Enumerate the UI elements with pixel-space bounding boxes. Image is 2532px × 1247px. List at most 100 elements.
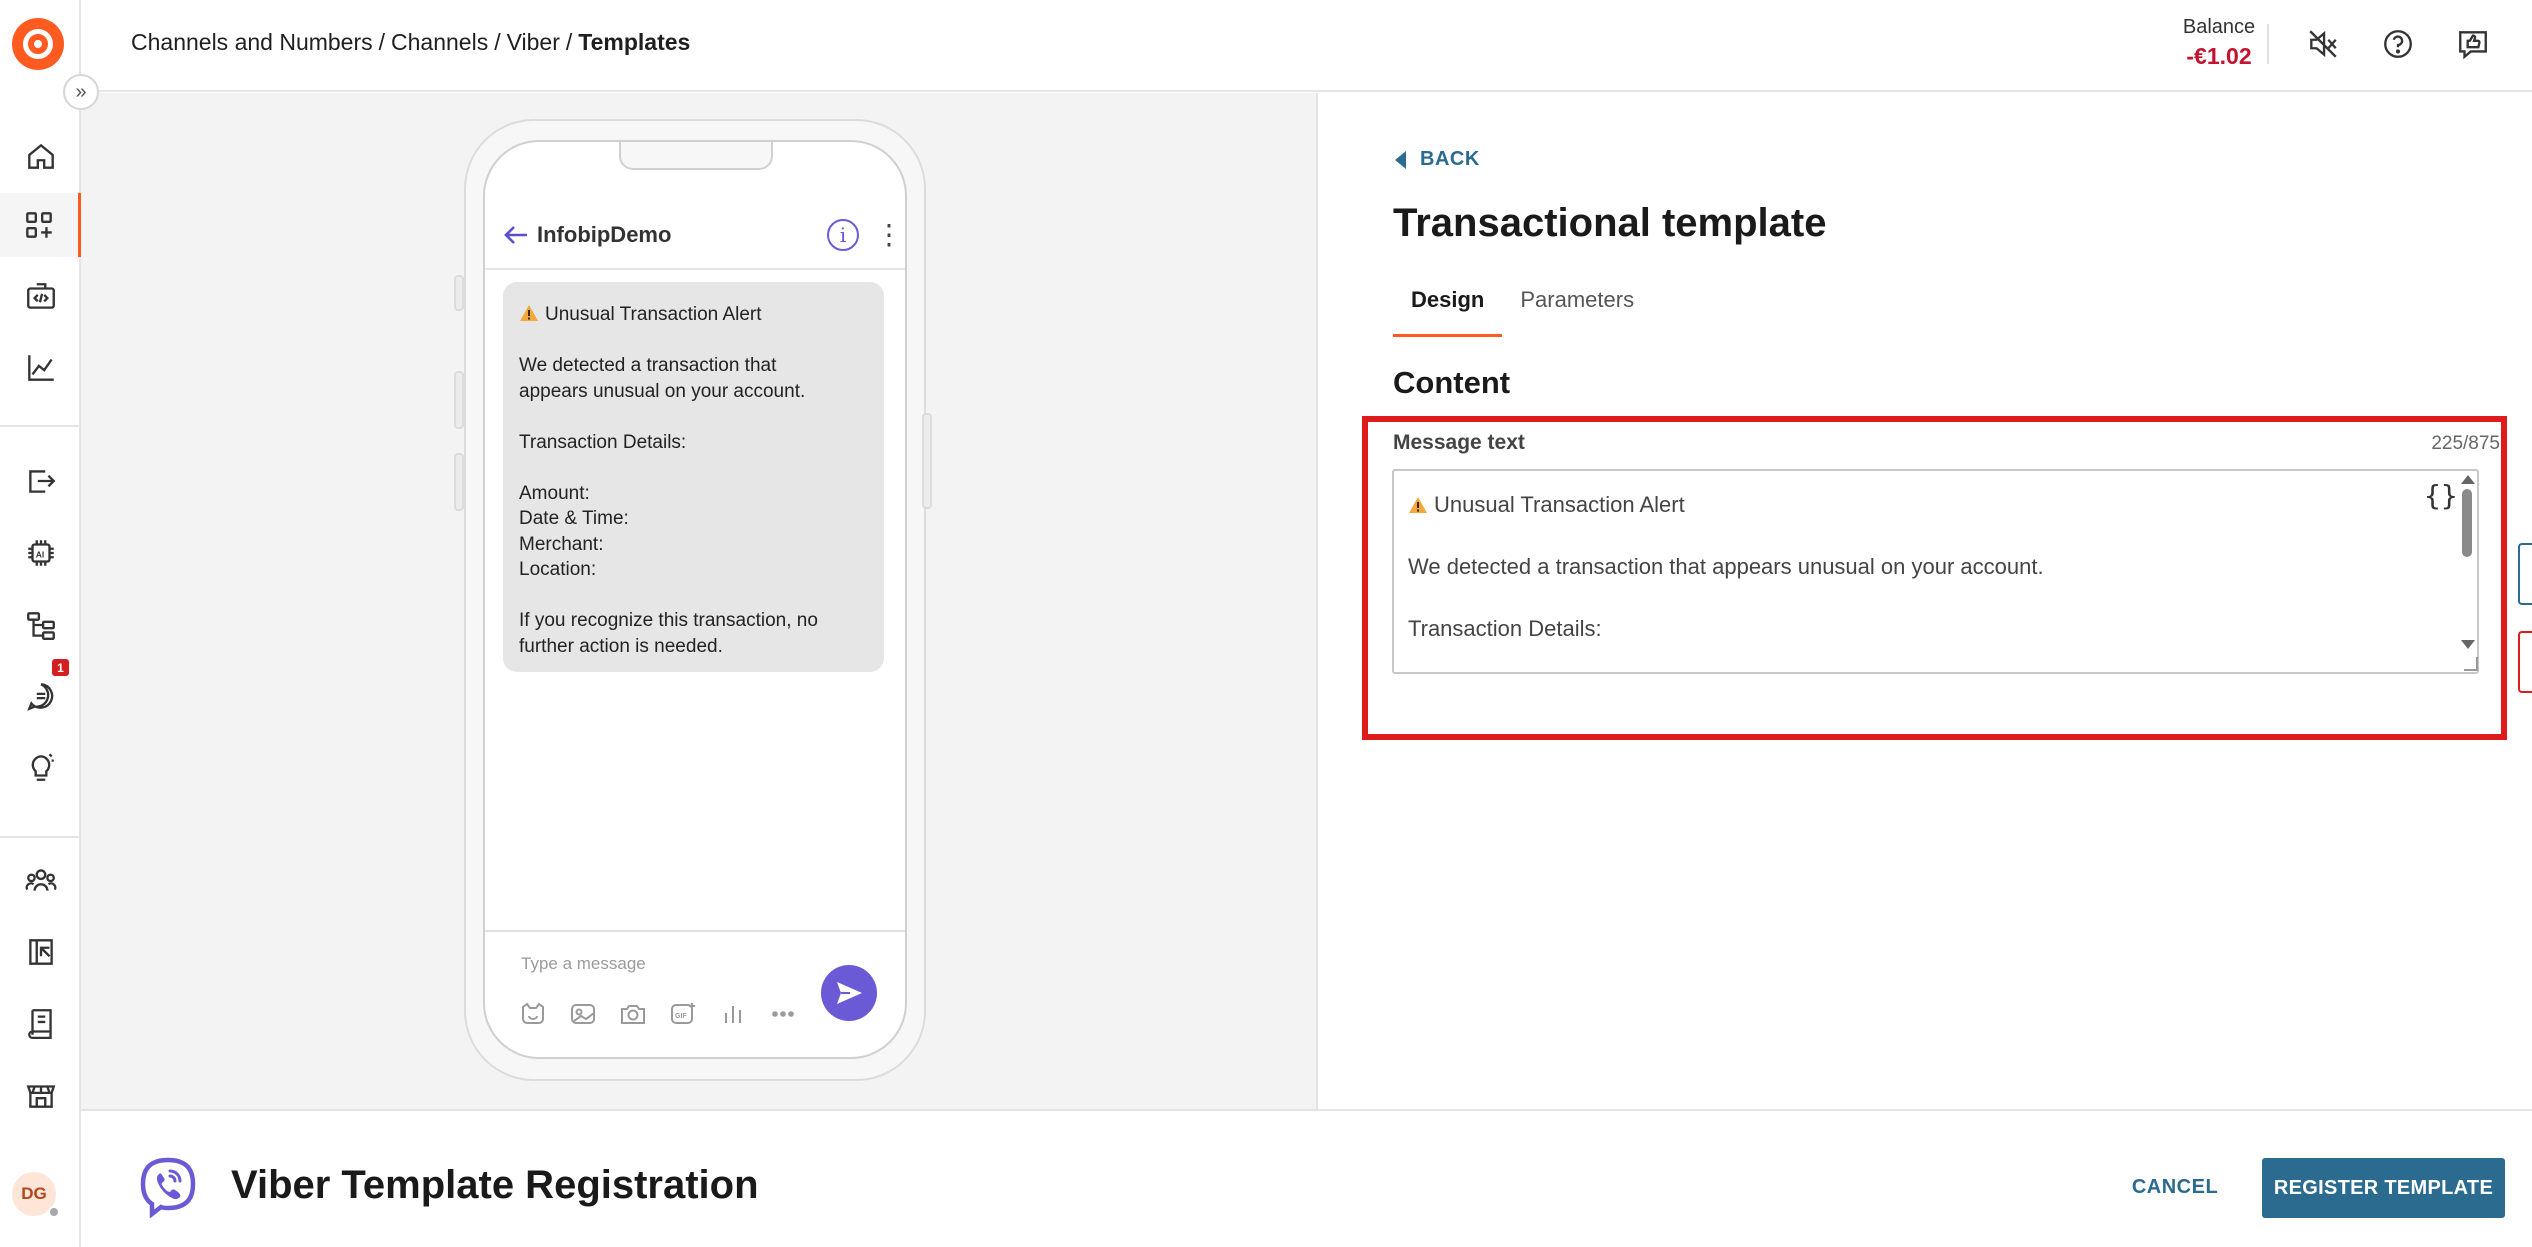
cancel-button[interactable]: CANCEL (2115, 1159, 2235, 1215)
text-title: Unusual Transaction Alert (1434, 492, 1685, 517)
more-options-icon[interactable]: ⋮ (875, 221, 903, 249)
message-line: Amount: (519, 482, 590, 504)
docs-icon (27, 1009, 52, 1040)
text-line: Transaction Details: (1408, 616, 1602, 641)
gif-icon[interactable]: GIF (667, 1000, 699, 1028)
tab-parameters[interactable]: Parameters (1502, 289, 1652, 337)
scroll-down-arrow[interactable] (2461, 640, 2475, 649)
chevron-right-icon: » (75, 80, 87, 103)
message-title: Unusual Transaction Alert (545, 304, 762, 325)
tab-design[interactable]: Design (1393, 289, 1503, 337)
chat-icon (26, 683, 53, 711)
phone-notch (619, 142, 773, 170)
infobip-logo[interactable] (12, 18, 64, 70)
breadcrumb-channels-numbers[interactable]: Channels and Numbers (131, 29, 373, 55)
message-body: We detected a transaction that appears un… (519, 353, 868, 659)
chart-icon (27, 355, 54, 381)
message-line (519, 455, 868, 481)
message-line (519, 583, 868, 609)
sidebar-item-apps[interactable] (0, 193, 81, 257)
export-icon (28, 470, 55, 493)
app-root: AI 1 DG » Channels and Numbers / Channel… (0, 0, 2532, 1247)
people-icon (25, 869, 56, 891)
register-template-button[interactable]: REGISTER TEMPLATE (2262, 1158, 2505, 1218)
message-line: If you recognize this transaction, no (519, 610, 818, 631)
message-line: We detected a transaction that (519, 355, 777, 376)
side-action-button[interactable] (2518, 543, 2532, 605)
message-line: Merchant: (519, 533, 604, 555)
warning-icon (520, 305, 538, 321)
phone-button (454, 371, 464, 429)
store-icon (26, 1085, 55, 1108)
sidebar-item-marketplace[interactable] (0, 1063, 81, 1127)
notification-badge: 1 (52, 659, 69, 676)
expand-sidebar-button[interactable]: » (63, 74, 99, 110)
side-action-button[interactable] (2518, 631, 2532, 693)
content-section-title: Content (1393, 365, 1511, 400)
chat-toolbar: GIF (517, 1000, 799, 1028)
viber-icon (140, 1157, 196, 1218)
message-text-input[interactable]: Unusual Transaction Alert We detected a … (1392, 469, 2479, 674)
text-line: We detected a transaction that appears u… (1408, 554, 2044, 579)
mute-icon (2309, 30, 2337, 58)
insert-placeholder-icon[interactable]: {} (2424, 479, 2458, 512)
sidebar-item-people[interactable] (0, 848, 81, 912)
mute-button[interactable] (2303, 24, 2343, 64)
resize-handle-icon[interactable] (2464, 657, 2478, 671)
chat-header: InfobipDemo i ⋮ (485, 202, 905, 270)
sidebar-item-docs[interactable] (0, 991, 81, 1055)
phone-button (454, 275, 464, 311)
scroll-thumb[interactable] (2462, 489, 2472, 557)
svg-text:AI: AI (35, 549, 44, 559)
message-line: Date & Time: (519, 508, 629, 529)
sticker-icon[interactable] (517, 1000, 549, 1028)
send-icon (837, 982, 862, 1004)
flow-icon (26, 612, 55, 640)
template-editor-panel: BACK Transactional template Design Param… (1320, 93, 2532, 1109)
back-arrow-icon[interactable] (501, 220, 531, 250)
sidebar-item-developer[interactable] (0, 265, 81, 329)
footer-bar: Viber Template Registration CANCEL REGIS… (81, 1109, 2532, 1247)
footer-title: Viber Template Registration (231, 1163, 759, 1207)
phone-preview-area: InfobipDemo i ⋮ Unusual Transaction Aler… (81, 93, 1318, 1109)
caret-left-icon (1395, 150, 1406, 169)
help-button[interactable] (2378, 24, 2418, 64)
message-line: Transaction Details: (519, 431, 687, 453)
phone-screen: InfobipDemo i ⋮ Unusual Transaction Aler… (483, 140, 907, 1059)
gallery-icon[interactable] (567, 1000, 599, 1028)
sidebar-item-analytics[interactable] (0, 336, 81, 400)
message-line: Location: (519, 559, 597, 580)
breadcrumb-channels[interactable]: Channels (391, 29, 488, 55)
balance-widget[interactable]: Balance -€1.02 (2169, 16, 2269, 70)
sidebar-item-home[interactable] (0, 124, 81, 188)
send-button[interactable] (821, 965, 877, 1021)
sidebar-item-exports[interactable] (0, 449, 81, 513)
info-icon[interactable]: i (827, 219, 859, 251)
character-counter: 225/875 (2431, 433, 2500, 454)
text-line-blank (1408, 582, 2463, 613)
camera-icon[interactable] (617, 1000, 649, 1028)
message-bubble: Unusual Transaction Alert We detected a … (503, 282, 884, 672)
poll-icon[interactable] (717, 1000, 749, 1028)
feedback-button[interactable] (2453, 24, 2493, 64)
sidebar: AI 1 DG (0, 0, 81, 1247)
more-icon[interactable] (767, 1000, 799, 1028)
tab-bar: Design Parameters (1393, 289, 1652, 337)
sidebar-item-ai[interactable]: AI (0, 521, 81, 585)
textarea-scrollbar[interactable] (2458, 473, 2476, 669)
sidebar-item-exchange[interactable] (0, 920, 81, 984)
scroll-up-arrow[interactable] (2461, 475, 2475, 484)
sidebar-item-flows[interactable] (0, 593, 81, 657)
code-icon (26, 283, 55, 309)
presence-indicator (48, 1206, 60, 1218)
sidebar-item-ideas[interactable] (0, 735, 81, 799)
message-input[interactable]: Type a message (521, 954, 646, 974)
help-icon (2384, 30, 2412, 58)
back-link[interactable]: BACK (1395, 148, 1480, 171)
text-line (1408, 520, 2463, 551)
breadcrumb-viber[interactable]: Viber (507, 29, 560, 55)
message-line: further action is needed. (519, 635, 723, 657)
bulb-icon (31, 753, 54, 781)
chat-name: InfobipDemo (537, 222, 672, 247)
message-line (519, 404, 868, 430)
